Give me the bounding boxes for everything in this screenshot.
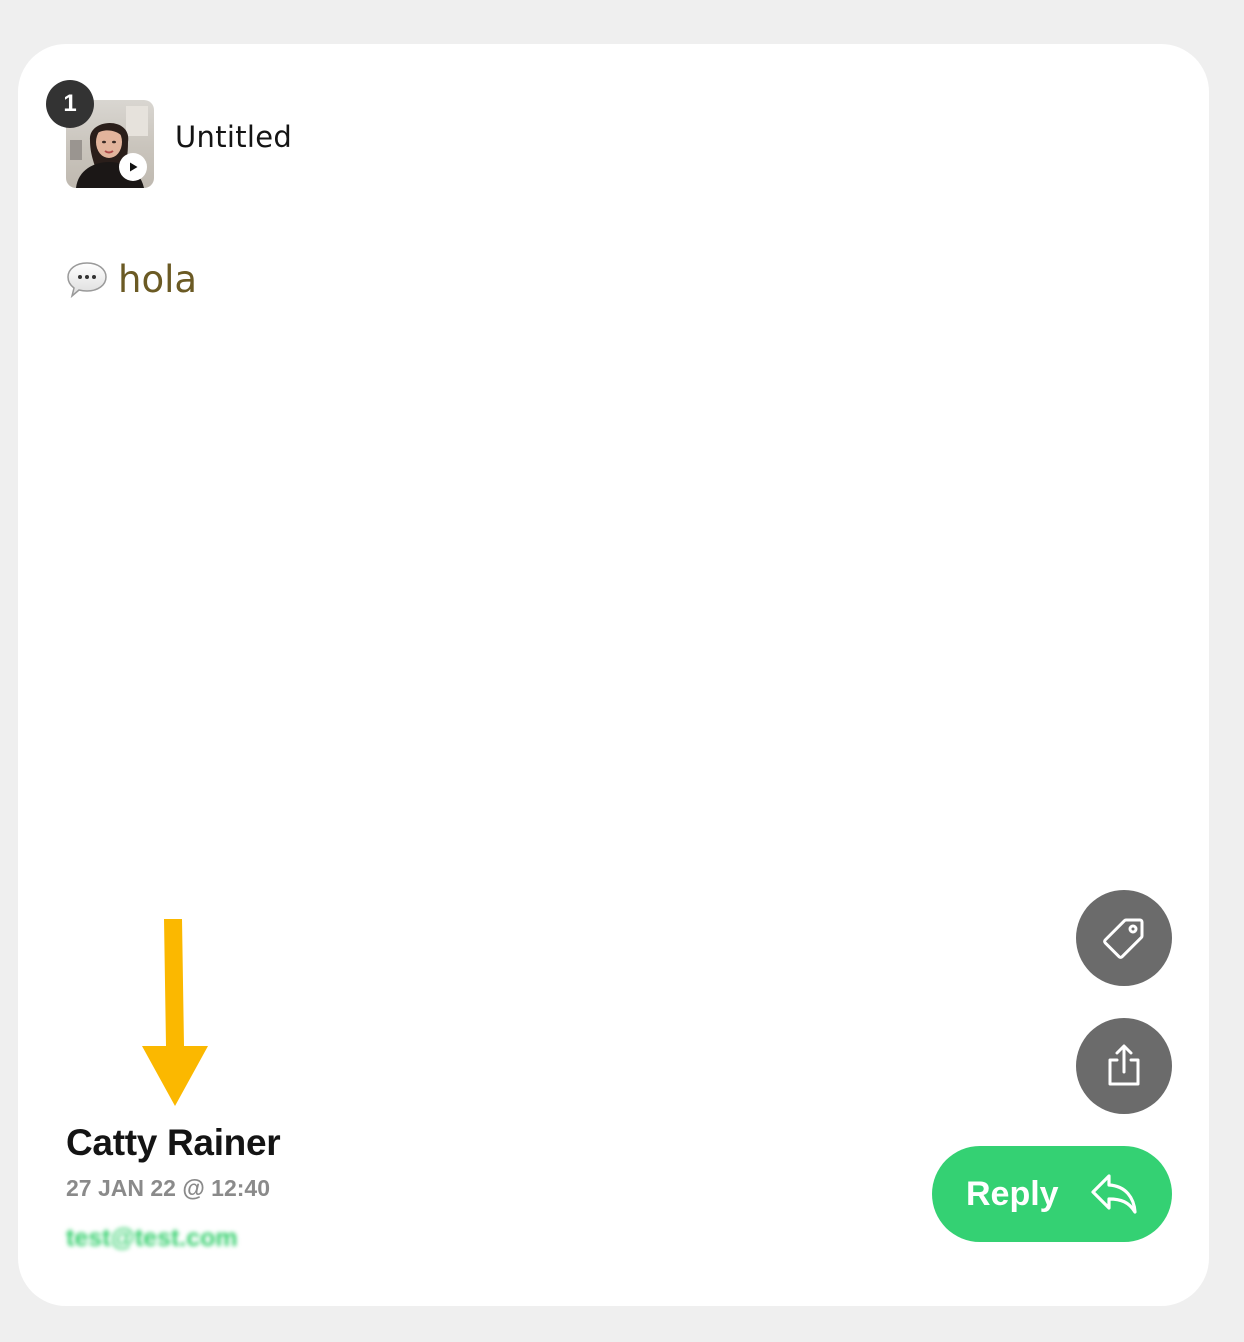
reply-arrow-icon bbox=[1089, 1172, 1139, 1216]
message-row: hola bbox=[66, 258, 197, 301]
sender-email[interactable]: test@test.com bbox=[66, 1224, 238, 1253]
sender-date: 27 JAN 22 @ 12:40 bbox=[66, 1175, 270, 1201]
response-count-badge: 1 bbox=[46, 80, 94, 128]
speech-bubble-icon bbox=[67, 261, 107, 298]
play-button[interactable] bbox=[119, 153, 147, 181]
item-title: Untitled bbox=[175, 120, 293, 154]
play-icon bbox=[130, 162, 138, 172]
down-arrow-icon bbox=[142, 919, 208, 1106]
response-card: 1 Untitled hola Catty Rainer 27 JAN 22 @… bbox=[18, 44, 1209, 1306]
share-button[interactable] bbox=[1076, 1018, 1172, 1114]
reply-button[interactable]: Reply bbox=[932, 1146, 1172, 1242]
sender-name: Catty Rainer bbox=[66, 1122, 281, 1163]
share-icon bbox=[1108, 1044, 1140, 1086]
message-text: hola bbox=[118, 258, 198, 301]
reply-button-label: Reply bbox=[966, 1174, 1059, 1213]
tag-icon bbox=[1103, 918, 1144, 959]
tag-button[interactable] bbox=[1076, 890, 1172, 986]
